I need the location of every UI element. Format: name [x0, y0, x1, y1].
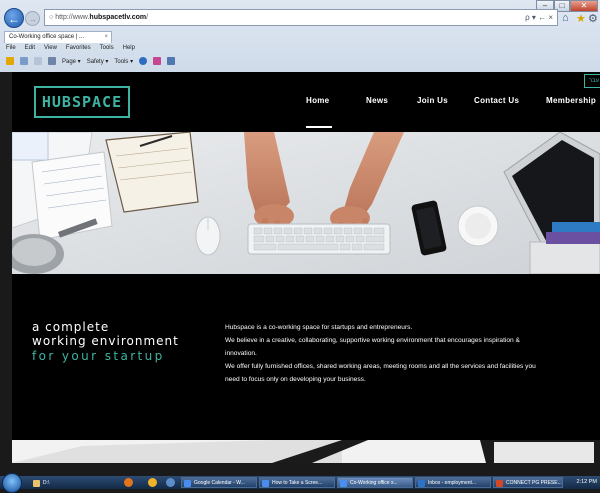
page-icon: ○: [49, 14, 54, 21]
menu-help[interactable]: Help: [123, 43, 135, 54]
favorites-star-icon[interactable]: ★: [576, 12, 586, 25]
nav-news[interactable]: News: [366, 96, 388, 105]
nav-join-us[interactable]: Join Us: [417, 96, 448, 105]
app-pin-icon[interactable]: [166, 478, 175, 487]
extension-icon[interactable]: [153, 57, 162, 65]
powerpoint-icon: [496, 480, 503, 487]
address-controls[interactable]: ρ ▾ ← ×: [525, 10, 553, 25]
intro-line: We offer fully furnished offices, shared…: [225, 363, 536, 370]
menu-view[interactable]: View: [44, 43, 57, 54]
tools-menu[interactable]: Tools ▾: [114, 58, 133, 65]
browser-chrome: – □ ✕ ← → ○ http://www.hubspacetlv.com/ …: [0, 0, 600, 72]
taskbar-item-inbox[interactable]: Inbox - employment...: [415, 477, 491, 488]
taskbar-item-coworking[interactable]: Co-Working office s...: [337, 477, 413, 488]
read-mail-icon[interactable]: [34, 57, 42, 65]
ie-icon: [340, 480, 347, 487]
url-prefix: http://www.: [55, 14, 90, 21]
back-button[interactable]: ←: [4, 8, 24, 28]
taskbar-item-label: CONNECT PG PRESE...: [506, 480, 562, 486]
folder-icon: [33, 480, 40, 487]
help-icon[interactable]: [139, 57, 148, 65]
home-icon[interactable]: ⌂: [562, 12, 569, 24]
keyboard: [247, 223, 391, 255]
feeds-icon[interactable]: [20, 57, 28, 65]
intro-line: innovation.: [225, 350, 257, 357]
chrome-icon[interactable]: [148, 478, 157, 487]
taskbar-item-label: How to Take a Scree...: [272, 480, 323, 486]
menu-tools[interactable]: Tools: [100, 43, 114, 54]
active-nav-indicator: [306, 126, 332, 128]
nav-home[interactable]: Home: [306, 96, 329, 105]
safety-menu[interactable]: Safety ▾: [87, 58, 109, 65]
taskbar-item-powerpoint[interactable]: CONNECT PG PRESE...: [493, 477, 563, 488]
intro-line: need to focus only on developing your bu…: [225, 376, 366, 383]
taskbar-item-label: Co-Working office s...: [350, 480, 398, 486]
hero-image: [12, 132, 600, 274]
tagline-line-1: a complete: [32, 320, 110, 334]
intro-section: a complete working environment for your …: [12, 274, 600, 440]
tab-title: Co-Working office space | ...: [9, 34, 85, 40]
tab-close-icon[interactable]: ×: [104, 32, 108, 43]
tab-active[interactable]: Co-Working office space | ... ×: [4, 31, 112, 43]
taskbar-folder[interactable]: D:\: [30, 477, 114, 488]
taskbar-item-google-calendar[interactable]: Google Calendar - W...: [181, 477, 257, 488]
menu-file[interactable]: File: [6, 43, 16, 54]
menu-bar: File Edit View Favorites Tools Help: [0, 43, 600, 54]
gear-icon[interactable]: ⚙: [588, 12, 598, 25]
taskbar-item-label: Inbox - employment...: [428, 480, 477, 486]
desk-photo-illustration: [12, 132, 600, 274]
start-button[interactable]: [2, 473, 22, 493]
menu-edit[interactable]: Edit: [25, 43, 35, 54]
research-icon[interactable]: [167, 57, 176, 65]
windows-taskbar: D:\ Google Calendar - W... How to Take a…: [0, 473, 600, 493]
url-suffix: /: [146, 14, 149, 21]
tagline-line-3: for your startup: [32, 349, 165, 363]
url-host: hubspacetlv.com: [89, 14, 147, 21]
language-toggle[interactable]: עבר: [584, 74, 600, 88]
address-row: ← → ○ http://www.hubspacetlv.com/ ρ ▾ ← …: [0, 6, 600, 30]
next-section-image: [12, 440, 600, 463]
taskbar-item-label: Google Calendar - W...: [194, 480, 245, 486]
intro-line: Hubspace is a co-working space for start…: [225, 324, 413, 331]
media-player-icon[interactable]: [124, 478, 133, 487]
mail-icon: [418, 480, 425, 487]
menu-favorites[interactable]: Favorites: [66, 43, 91, 54]
site-header: HUBSPACE Home News Join Us Contact Us Me…: [12, 72, 600, 132]
tagline-line-2: working environment: [32, 334, 179, 348]
coffee-cup: [457, 205, 499, 247]
intro-text: Hubspace is a co-working space for start…: [225, 321, 585, 386]
favorites-bar-icon[interactable]: [6, 57, 14, 65]
nav-contact-us[interactable]: Contact Us: [474, 96, 519, 105]
website: HUBSPACE Home News Join Us Contact Us Me…: [12, 72, 600, 463]
taskbar-item-screenshot-howto[interactable]: How to Take a Scree...: [259, 477, 335, 488]
address-bar[interactable]: ○ http://www.hubspacetlv.com/ ρ ▾ ← ×: [44, 9, 558, 26]
page-menu[interactable]: Page ▾: [62, 58, 81, 65]
intro-line: We believe in a creative, collaborating,…: [225, 337, 520, 344]
ie-icon: [262, 480, 269, 487]
ie-icon: [184, 480, 191, 487]
hubspace-logo[interactable]: HUBSPACE: [34, 86, 130, 118]
print-icon[interactable]: [48, 57, 56, 65]
taskbar-folder-label: D:\: [43, 480, 50, 486]
system-clock: 2:12 PM: [576, 479, 597, 485]
nav-membership[interactable]: Membership: [546, 96, 596, 105]
forward-button[interactable]: →: [25, 11, 40, 26]
command-bar: Page ▾ Safety ▾ Tools ▾: [0, 54, 600, 68]
computer-mouse: [195, 216, 221, 256]
tab-strip: Co-Working office space | ... ×: [0, 31, 600, 43]
office-photo-strip: [12, 440, 600, 463]
